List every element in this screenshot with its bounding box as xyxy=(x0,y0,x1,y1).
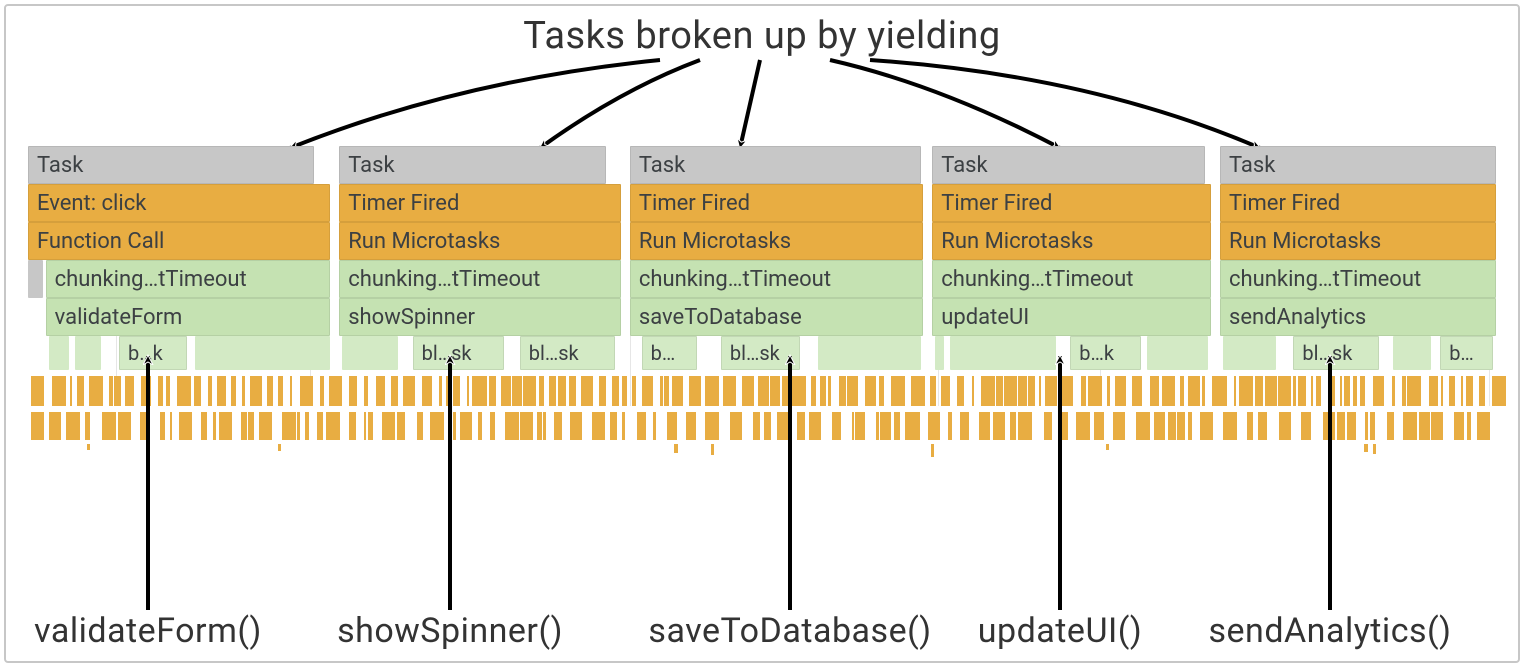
fn-bar-4: sendAnalytics xyxy=(1220,298,1496,336)
stub-bar xyxy=(28,260,43,298)
call-bar-2: Run Microtasks xyxy=(630,222,924,260)
event-bar-0: Event: click xyxy=(28,184,330,222)
fn-bar-0: validateForm xyxy=(46,298,331,336)
fn-label-0: validateForm() xyxy=(34,611,262,651)
sub-bar: b…k xyxy=(1070,336,1140,370)
event-bar-3: Timer Fired xyxy=(932,184,1211,222)
chunk-bar-1: chunking…tTimeout xyxy=(339,260,621,298)
sub-bar: b… xyxy=(1440,336,1493,370)
bottom-labels: validateForm() showSpinner() saveToDatab… xyxy=(0,611,1524,657)
sub-bar: bl…sk xyxy=(1293,336,1378,370)
call-bar-3: Run Microtasks xyxy=(932,222,1211,260)
task-bar-0: Task xyxy=(28,146,314,184)
chunk-bar-2: chunking…tTimeout xyxy=(630,260,924,298)
stripe-row xyxy=(28,444,1496,458)
fn-bar-3: updateUI xyxy=(932,298,1211,336)
task-bar-3: Task xyxy=(932,146,1205,184)
event-bar-2: Timer Fired xyxy=(630,184,924,222)
call-bar-4: Run Microtasks xyxy=(1220,222,1496,260)
chunk-bar-3: chunking…tTimeout xyxy=(932,260,1211,298)
sub-bar: bl…sk xyxy=(413,336,504,370)
sub-bar: b… xyxy=(642,336,698,370)
task-bar-1: Task xyxy=(339,146,606,184)
fn-label-2: saveToDatabase() xyxy=(648,611,931,651)
fn-bar-1: showSpinner xyxy=(339,298,621,336)
sub-bar xyxy=(935,336,944,370)
sub-bar xyxy=(950,336,1056,370)
sub-bar xyxy=(49,336,70,370)
stripe-row xyxy=(28,376,1496,406)
task-bar-2: Task xyxy=(630,146,921,184)
call-bar-0: Function Call xyxy=(28,222,330,260)
chunk-bar-0: chunking…tTimeout xyxy=(46,260,331,298)
call-bar-1: Run Microtasks xyxy=(339,222,621,260)
event-bar-4: Timer Fired xyxy=(1220,184,1496,222)
sub-bar xyxy=(818,336,921,370)
sub-bar xyxy=(1223,336,1276,370)
sub-bar xyxy=(1147,336,1209,370)
flame-chart: Task Task Task Task Task Event: click Ti… xyxy=(28,146,1496,406)
sub-bar: bl…sk xyxy=(721,336,800,370)
chunk-bar-4: chunking…tTimeout xyxy=(1220,260,1496,298)
task-bar-4: Task xyxy=(1220,146,1496,184)
event-bar-1: Timer Fired xyxy=(339,184,621,222)
sub-bar xyxy=(195,336,330,370)
fn-bar-2: saveToDatabase xyxy=(630,298,924,336)
sub-bar xyxy=(342,336,398,370)
sub-bar xyxy=(1393,336,1431,370)
sub-bar: b…k xyxy=(119,336,187,370)
sub-bar: bl…sk xyxy=(520,336,615,370)
fn-label-4: sendAnalytics() xyxy=(1208,611,1451,651)
fn-label-3: updateUI() xyxy=(978,611,1142,651)
stripe-row xyxy=(28,412,1496,440)
sub-bar xyxy=(75,336,101,370)
fn-label-1: showSpinner() xyxy=(337,611,563,651)
diagram-title: Tasks broken up by yielding xyxy=(0,14,1524,58)
